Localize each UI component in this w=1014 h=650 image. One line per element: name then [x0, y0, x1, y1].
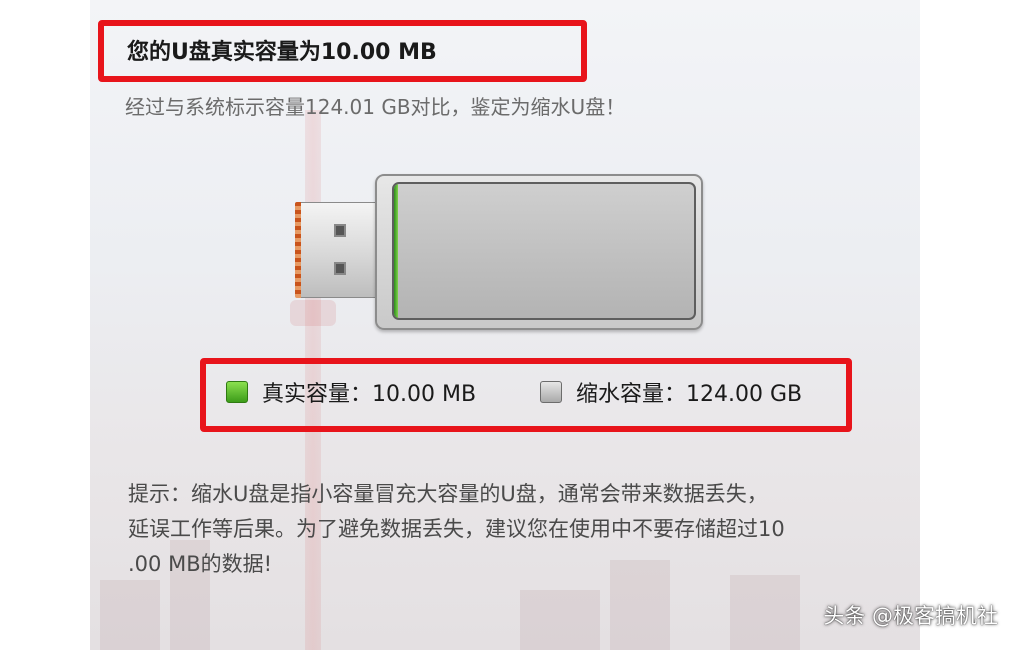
legend-swatch-real: [226, 381, 248, 403]
background-building: [730, 575, 800, 650]
tip-line: 延误工作等后果。为了避免数据丢失，建议您在使用中不要存储超过10: [128, 517, 785, 541]
real-capacity-fill: [394, 184, 398, 318]
legend-item-real: 真实容量：10.00 MB: [226, 376, 476, 408]
legend-item-shrink: 缩水容量：124.00 GB: [540, 376, 802, 408]
usb-contact-hole: [334, 262, 346, 275]
legend-label-real: 真实容量：10.00 MB: [262, 382, 477, 407]
capacity-gauge: [392, 182, 696, 320]
background-building: [520, 590, 600, 650]
legend-swatch-shrink: [540, 381, 562, 403]
tip-text: 提示：缩水U盘是指小容量冒充大容量的U盘，通常会带来数据丢失， 延误工作等后果。…: [128, 477, 888, 582]
background-building: [100, 580, 160, 650]
usb-contact-hole: [334, 224, 346, 237]
tip-line: 提示：缩水U盘是指小容量冒充大容量的U盘，通常会带来数据丢失，: [128, 482, 768, 506]
usb-plug-edge: [295, 202, 301, 298]
legend-label-shrink: 缩水容量：124.00 GB: [576, 382, 803, 407]
background-tower-pod: [290, 300, 336, 326]
page-title: 您的U盘真实容量为10.00 MB: [127, 40, 437, 65]
usb-plug: [295, 202, 385, 298]
watermark: 头条 @极客搞机社: [823, 604, 998, 628]
tip-line: .00 MB的数据!: [128, 552, 273, 576]
comparison-text: 经过与系统标示容量124.01 GB对比，鉴定为缩水U盘！: [125, 95, 626, 119]
